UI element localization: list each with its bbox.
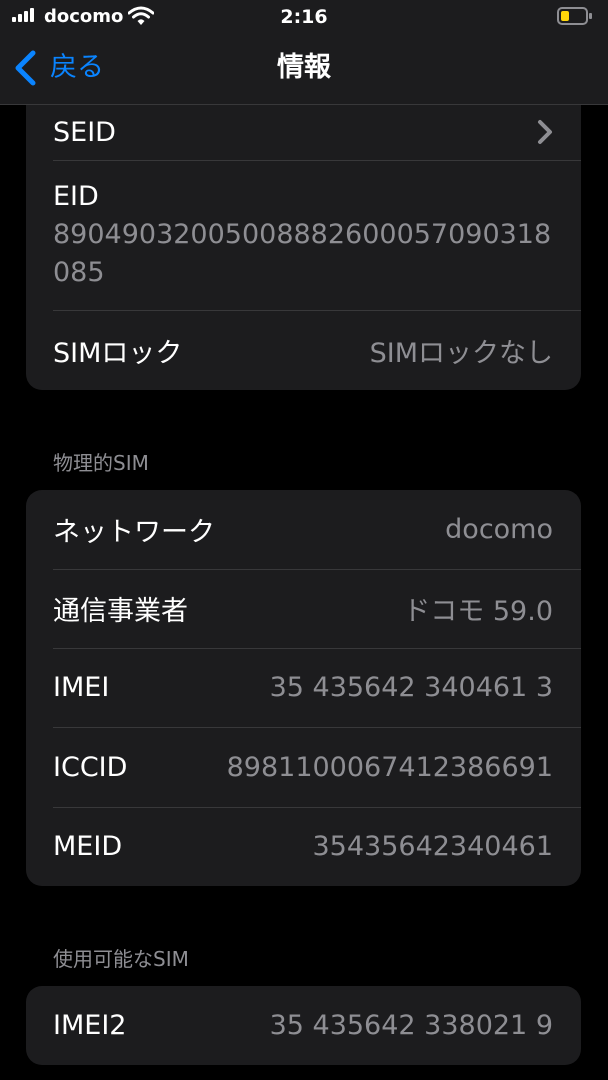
imei-label: IMEI	[53, 672, 110, 703]
network-row: ネットワーク docomo	[26, 490, 581, 569]
available-sim-card: IMEI2 35 435642 338021 9	[26, 986, 581, 1065]
meid-label: MEID	[53, 831, 123, 862]
iccid-value: 8981100067412386691	[226, 751, 553, 783]
meid-row: MEID 35435642340461	[26, 807, 581, 886]
meid-value: 35435642340461	[312, 831, 554, 862]
carrier-value: ドコモ 59.0	[403, 596, 553, 627]
chevron-right-icon	[538, 120, 552, 144]
sim-lock-label: SIMロック	[53, 337, 183, 369]
eid-row: EID 89049032005008882600057090318085	[26, 160, 581, 310]
eid-label: EID	[53, 181, 99, 212]
carrier-row: 通信事業者 ドコモ 59.0	[26, 569, 581, 648]
page-title: 情報	[277, 52, 331, 83]
seid-label: SEID	[53, 116, 116, 148]
imei2-label: IMEI2	[53, 1010, 127, 1041]
carrier-label: 通信事業者	[53, 596, 188, 627]
iccid-label: ICCID	[53, 751, 128, 783]
physical-sim-header: 物理的SIM	[53, 451, 149, 475]
imei2-value: 35 435642 338021 9	[269, 1010, 553, 1041]
iccid-row: ICCID 8981100067412386691	[26, 727, 581, 807]
available-sim-header: 使用可能なSIM	[53, 947, 189, 971]
battery-icon	[557, 7, 592, 25]
imei2-row: IMEI2 35 435642 338021 9	[26, 986, 581, 1065]
navigation-bar: 戻る 情報	[0, 34, 608, 105]
imei-value: 35 435642 340461 3	[269, 672, 553, 703]
imei-row: IMEI 35 435642 340461 3	[26, 648, 581, 727]
sim-info-card: SEID EID 8904903200500888260005709031808…	[26, 80, 581, 390]
network-value: docomo	[445, 514, 553, 545]
status-time: 2:16	[280, 6, 328, 28]
sim-lock-row: SIMロック SIMロックなし	[26, 310, 581, 390]
status-bar: docomo 2:16	[0, 0, 608, 34]
eid-value: 89049032005008882600057090318085	[53, 219, 552, 288]
physical-sim-card: ネットワーク docomo 通信事業者 ドコモ 59.0 IMEI 35 435…	[26, 490, 581, 886]
network-label: ネットワーク	[53, 517, 215, 548]
sim-lock-value: SIMロックなし	[369, 337, 553, 369]
